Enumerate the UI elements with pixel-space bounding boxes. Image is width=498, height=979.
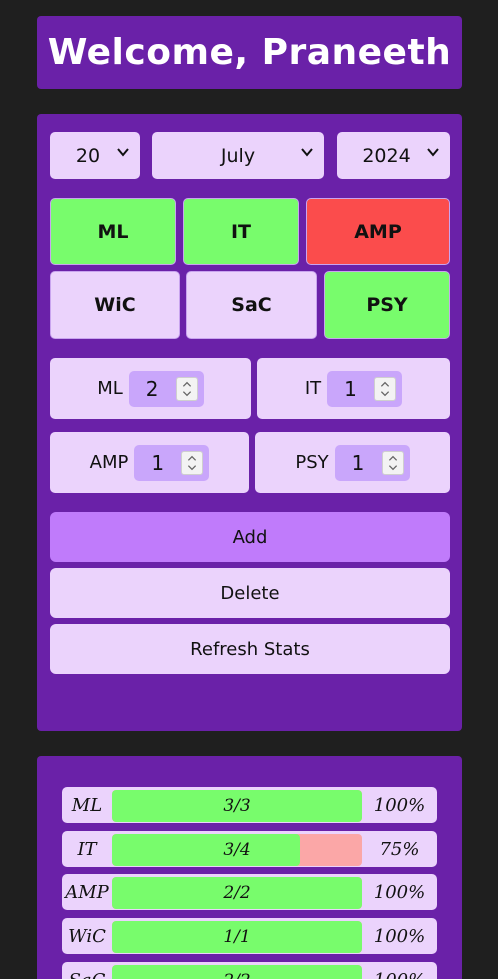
chevron-down-icon [301,148,313,157]
count-input[interactable]: 1 [334,444,410,481]
counter-it: IT 1 [257,358,450,419]
subject-toggle-amp[interactable]: AMP [306,198,450,265]
stat-row: ML 3/3 100% [62,787,437,823]
subject-label: WiC [94,294,136,316]
stat-subject: SaC [62,962,112,979]
stat-fraction: 3/3 [223,796,251,816]
page-title: Welcome, Praneeth [47,32,452,73]
count-value: 1 [351,450,365,475]
count-value: 1 [344,376,357,401]
spinner-arrows-icon[interactable] [381,450,404,475]
refresh-stats-button[interactable]: Refresh Stats [50,624,450,674]
stat-fraction: 3/4 [223,840,251,860]
counter-amp: AMP 1 [50,432,249,493]
counter-label: AMP [89,452,129,473]
month-value: July [220,144,256,167]
attendance-bar: 2/2 [112,965,362,979]
stat-fraction: 2/2 [112,965,362,979]
subject-toggle-wic[interactable]: WiC [50,271,180,339]
chevron-down-icon [427,148,439,157]
day-select[interactable]: 20 [50,132,140,179]
chevron-down-icon [117,148,129,157]
subject-label: PSY [366,294,408,316]
subject-label: SaC [231,294,272,316]
stat-percent: 100% [373,881,426,903]
year-select[interactable]: 2024 [337,132,450,179]
attendance-bar: 1/1 [112,921,362,953]
counter-label: PSY [295,452,329,473]
subject-toggle-it[interactable]: IT [183,198,299,265]
stat-row: IT 3/4 75% [62,831,437,867]
stat-percent: 100% [373,794,426,816]
counter-label: ML [97,378,123,399]
stat-row: WiC 1/1 100% [62,918,437,954]
stat-subject: ML [71,794,103,816]
attendance-bar: 2/2 [112,877,362,909]
stat-subject: AMP [65,881,109,903]
count-input[interactable]: 1 [327,370,403,407]
stat-fraction: 1/1 [223,927,251,947]
stat-percent: 75% [379,838,420,860]
stat-subject: WiC [68,925,106,947]
stat-row: SaC2/2100% [62,962,437,979]
subject-label: ML [97,220,129,243]
subject-toggle-ml[interactable]: ML [50,198,176,265]
stat-fraction: 2/2 [223,883,251,903]
attendance-bar: 3/4 [112,834,362,866]
add-button[interactable]: Add [50,512,450,562]
count-value: 1 [151,450,165,475]
count-value: 2 [145,376,159,401]
subject-toggle-sac[interactable]: SaC [186,271,317,339]
stat-percent: 100% [362,962,437,979]
stat-row: AMP 2/2 100% [62,874,437,910]
subject-label: IT [230,220,252,243]
attendance-bar: 3/3 [112,790,362,822]
counter-psy: PSY 1 [255,432,450,493]
day-value: 20 [75,144,101,167]
count-input[interactable]: 1 [134,444,210,481]
spinner-arrows-icon[interactable] [175,376,198,401]
counter-ml: ML 2 [50,358,251,419]
subject-label: AMP [354,220,402,243]
count-input[interactable]: 2 [128,370,204,407]
stat-subject: IT [77,838,97,860]
welcome-header: Welcome, Praneeth [37,16,462,89]
year-value: 2024 [362,144,411,167]
spinner-arrows-icon[interactable] [374,376,397,401]
subject-toggle-psy[interactable]: PSY [324,271,450,339]
counter-label: IT [304,378,322,399]
delete-button[interactable]: Delete [50,568,450,618]
stat-percent: 100% [373,925,426,947]
month-select[interactable]: July [152,132,324,179]
spinner-arrows-icon[interactable] [181,450,204,475]
